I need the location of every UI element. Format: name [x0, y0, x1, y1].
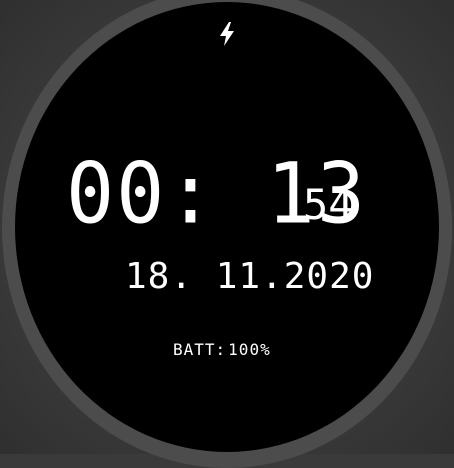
watch-screen: 00: 13 54 18. 11.2020 BATT: 100%: [0, 0, 454, 468]
battery-value: 100%: [228, 340, 271, 359]
battery-label: BATT:: [173, 340, 227, 359]
time-seconds: 54: [303, 180, 354, 229]
battery-status: BATT: 100%: [173, 340, 271, 360]
lightning-bolt-icon: [220, 22, 234, 46]
date-display: 18. 11.2020: [125, 256, 375, 297]
